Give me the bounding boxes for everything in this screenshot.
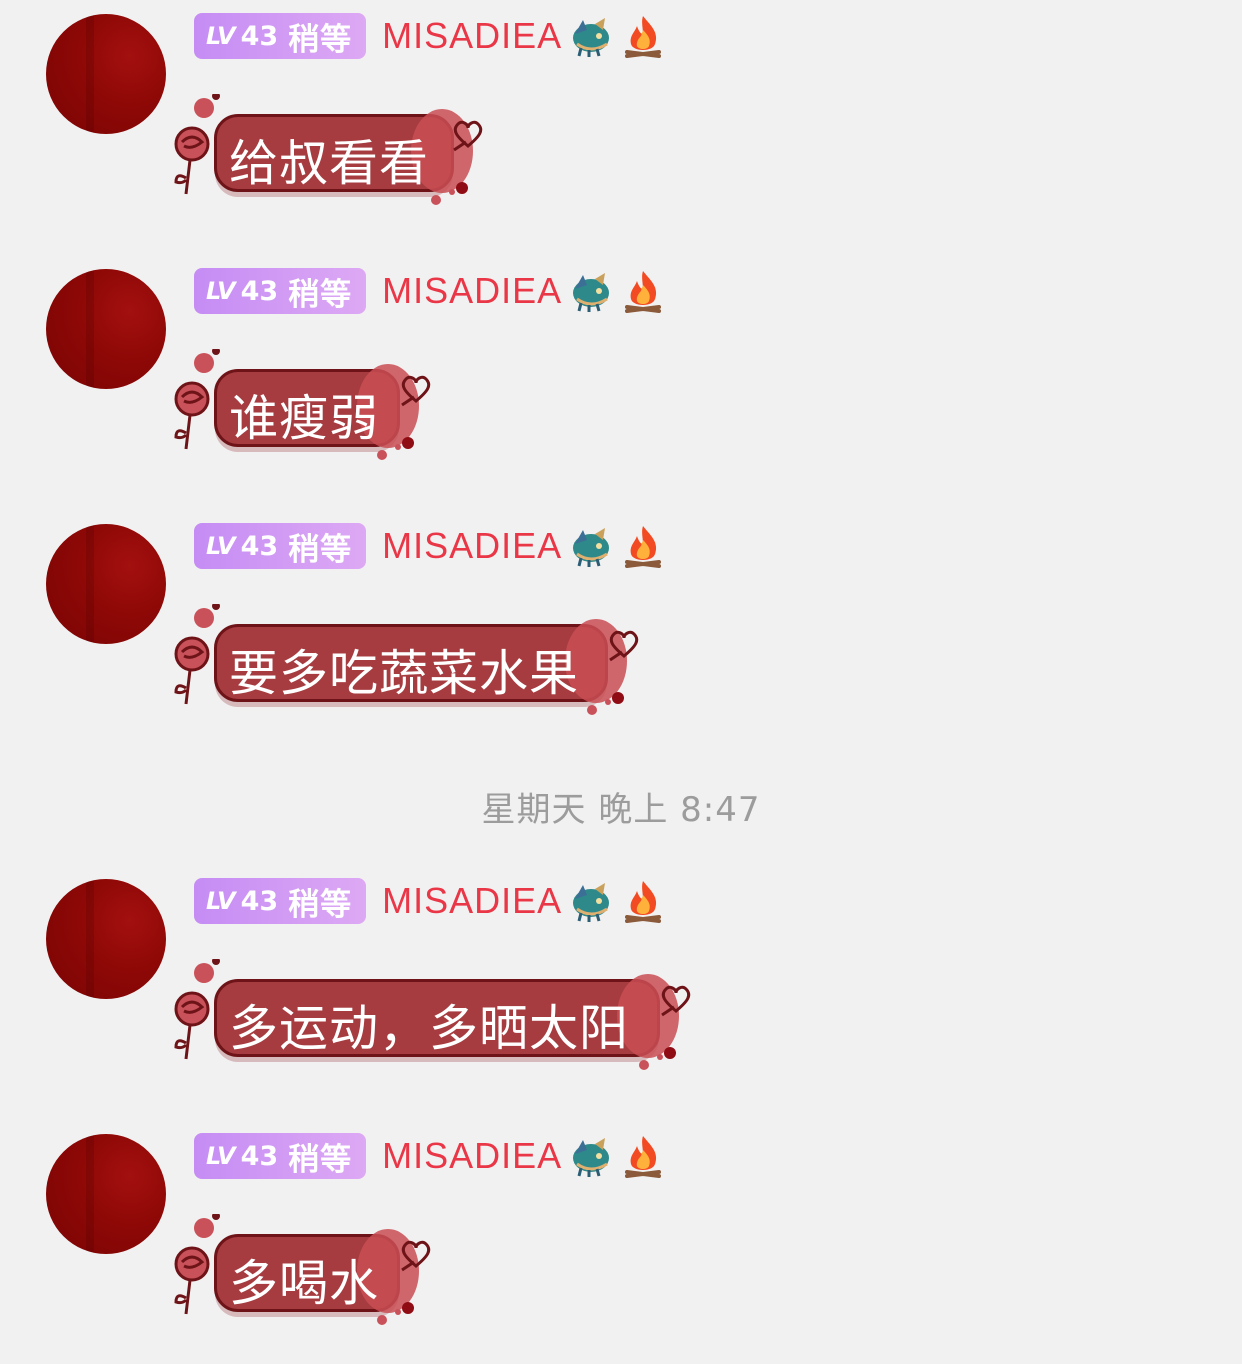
fire-icon	[620, 523, 666, 569]
chat-message: LV 43 稍等 MISADIEA 给叔看看	[0, 0, 1242, 230]
chat-message: LV 43 稍等 MISADIEA 要多吃蔬菜水果	[0, 510, 1242, 740]
rose-icon	[174, 604, 220, 705]
rose-icon	[174, 1214, 220, 1315]
drip-decoration	[639, 1047, 676, 1070]
rose-icon	[174, 94, 220, 195]
heart-icon	[661, 985, 691, 1017]
level-badge[interactable]: LV 43 稍等	[194, 523, 367, 569]
message-text: 给叔看看	[229, 135, 430, 192]
level-badge[interactable]: LV 43 稍等	[194, 1133, 367, 1179]
timestamp-divider: 星期天 晚上 8:47	[481, 790, 761, 830]
level-badge[interactable]: LV 43 稍等	[194, 878, 367, 924]
drip-decoration	[377, 1302, 414, 1325]
rose-icon	[174, 349, 220, 450]
dragon-icon	[568, 878, 614, 924]
badge-level-number: 43	[240, 530, 279, 562]
level-badge[interactable]: LV 43 稍等	[194, 268, 367, 314]
badge-title: 稍等	[288, 1141, 353, 1178]
avatar[interactable]	[46, 269, 166, 389]
fire-icon	[620, 13, 666, 59]
dragon-icon	[568, 13, 614, 59]
message-bubble[interactable]: 谁瘦弱	[162, 349, 442, 479]
message-header: LV 43 稍等 MISADIEA	[194, 522, 666, 570]
message-header: LV 43 稍等 MISADIEA	[194, 267, 666, 315]
fire-icon	[620, 878, 666, 924]
level-badge[interactable]: LV 43 稍等	[194, 13, 367, 59]
message-header: LV 43 稍等 MISADIEA	[194, 12, 666, 60]
rose-icon	[174, 959, 220, 1060]
badge-level-label: LV	[206, 22, 236, 50]
heart-icon	[401, 375, 431, 407]
badge-level-number: 43	[240, 885, 279, 917]
drip-decoration	[587, 692, 624, 715]
message-text: 多运动，多晒太阳	[229, 1000, 630, 1057]
avatar[interactable]	[46, 524, 166, 644]
avatar[interactable]	[46, 879, 166, 999]
badge-level-label: LV	[206, 1142, 236, 1170]
badge-title: 稍等	[288, 276, 353, 313]
badge-level-label: LV	[206, 887, 236, 915]
badge-level-number: 43	[240, 1140, 279, 1172]
avatar[interactable]	[46, 14, 166, 134]
message-text: 要多吃蔬菜水果	[229, 645, 580, 702]
message-header: LV 43 稍等 MISADIEA	[194, 877, 666, 925]
heart-icon	[401, 1240, 431, 1272]
message-text: 多喝水	[229, 1255, 380, 1312]
badge-title: 稍等	[288, 886, 353, 923]
dragon-icon	[568, 523, 614, 569]
fire-icon	[620, 268, 666, 314]
message-header: LV 43 稍等 MISADIEA	[194, 1132, 666, 1180]
sender-nickname[interactable]: MISADIEA	[382, 270, 562, 312]
sender-nickname[interactable]: MISADIEA	[382, 1135, 562, 1177]
badge-level-label: LV	[206, 532, 236, 560]
drip-decoration	[377, 437, 414, 460]
badge-level-number: 43	[240, 20, 279, 52]
message-bubble[interactable]: 多喝水	[162, 1214, 442, 1344]
heart-icon	[609, 630, 639, 662]
chat-message: LV 43 稍等 MISADIEA 多运动，多晒太阳	[0, 865, 1242, 1095]
badge-level-label: LV	[206, 277, 236, 305]
dragon-icon	[568, 268, 614, 314]
message-bubble[interactable]: 多运动，多晒太阳	[162, 959, 702, 1089]
badge-level-number: 43	[240, 275, 279, 307]
sender-nickname[interactable]: MISADIEA	[382, 880, 562, 922]
heart-icon	[453, 120, 483, 152]
message-bubble[interactable]: 要多吃蔬菜水果	[162, 604, 652, 734]
chat-message: LV 43 稍等 MISADIEA 多喝水	[0, 1120, 1242, 1350]
badge-title: 稍等	[288, 531, 353, 568]
avatar[interactable]	[46, 1134, 166, 1254]
sender-nickname[interactable]: MISADIEA	[382, 15, 562, 57]
fire-icon	[620, 1133, 666, 1179]
sender-nickname[interactable]: MISADIEA	[382, 525, 562, 567]
message-text: 谁瘦弱	[229, 390, 380, 447]
dragon-icon	[568, 1133, 614, 1179]
badge-title: 稍等	[288, 21, 353, 58]
drip-decoration	[431, 182, 468, 205]
chat-message: LV 43 稍等 MISADIEA 谁瘦弱	[0, 255, 1242, 485]
message-bubble[interactable]: 给叔看看	[162, 94, 492, 224]
